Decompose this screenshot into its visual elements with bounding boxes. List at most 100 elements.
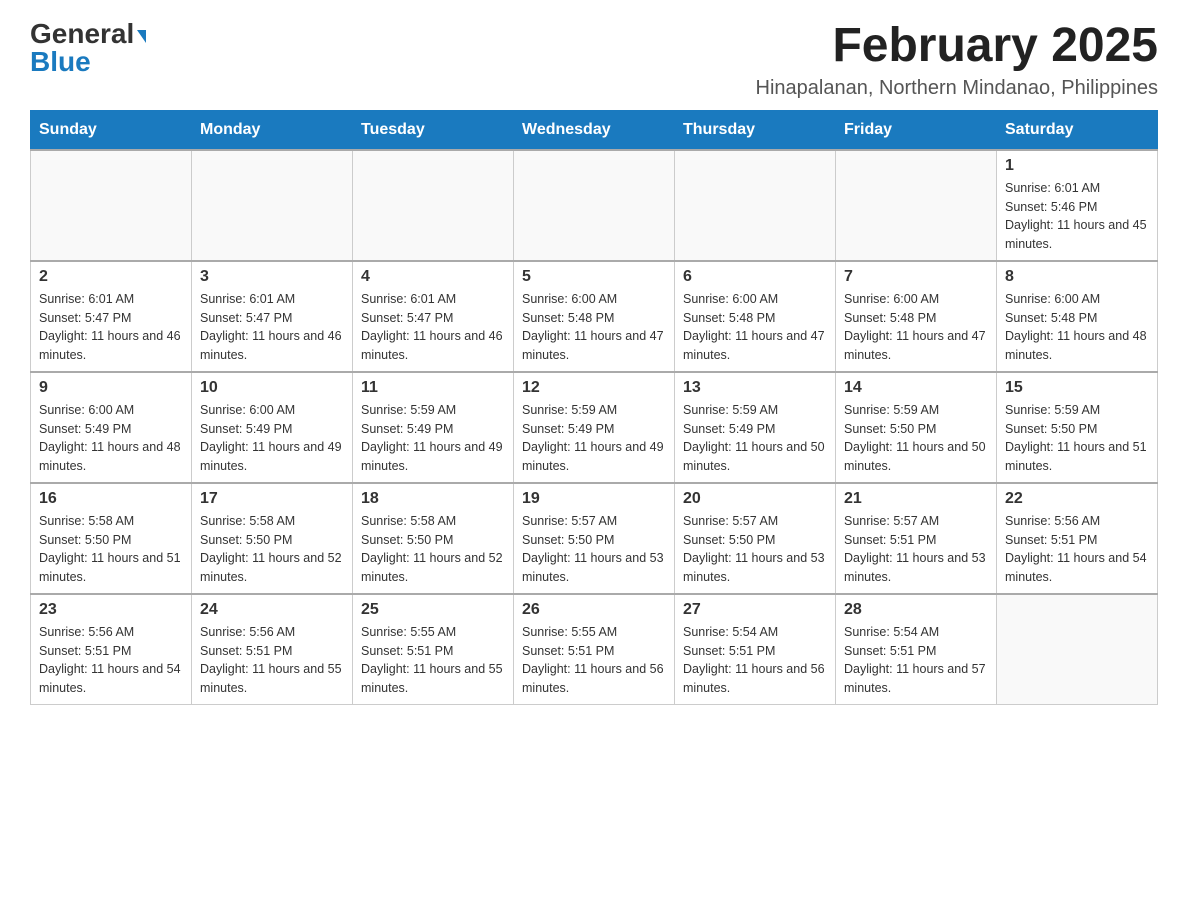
day-number: 11: [361, 379, 505, 397]
calendar-day-cell: 4 Sunrise: 6:01 AMSunset: 5:47 PMDaylight…: [353, 261, 514, 372]
calendar-day-cell: [836, 150, 997, 261]
day-info: Sunrise: 5:55 AMSunset: 5:51 PMDaylight:…: [522, 623, 666, 698]
day-number: 10: [200, 379, 344, 397]
calendar-day-cell: 10 Sunrise: 6:00 AMSunset: 5:49 PMDayligh…: [192, 372, 353, 483]
calendar-day-cell: [997, 594, 1158, 705]
page-header: General Blue February 2025 Hinapalanan, …: [30, 20, 1158, 100]
day-number: 7: [844, 268, 988, 286]
day-number: 14: [844, 379, 988, 397]
day-info: Sunrise: 6:00 AMSunset: 5:49 PMDaylight:…: [200, 401, 344, 476]
calendar-day-cell: 28 Sunrise: 5:54 AMSunset: 5:51 PMDayligh…: [836, 594, 997, 705]
day-number: 8: [1005, 268, 1149, 286]
day-info: Sunrise: 5:58 AMSunset: 5:50 PMDaylight:…: [361, 512, 505, 587]
weekday-header-tuesday: Tuesday: [353, 110, 514, 150]
logo: General Blue: [30, 20, 146, 76]
logo-arrow-icon: [137, 30, 146, 43]
day-number: 18: [361, 490, 505, 508]
day-info: Sunrise: 6:00 AMSunset: 5:48 PMDaylight:…: [844, 290, 988, 365]
weekday-header-wednesday: Wednesday: [514, 110, 675, 150]
calendar-day-cell: 6 Sunrise: 6:00 AMSunset: 5:48 PMDaylight…: [675, 261, 836, 372]
day-number: 13: [683, 379, 827, 397]
calendar-day-cell: 21 Sunrise: 5:57 AMSunset: 5:51 PMDayligh…: [836, 483, 997, 594]
calendar-day-cell: [353, 150, 514, 261]
day-info: Sunrise: 5:58 AMSunset: 5:50 PMDaylight:…: [39, 512, 183, 587]
day-info: Sunrise: 5:54 AMSunset: 5:51 PMDaylight:…: [844, 623, 988, 698]
location-title: Hinapalanan, Northern Mindanao, Philippi…: [756, 77, 1158, 100]
calendar-week-row: 1 Sunrise: 6:01 AMSunset: 5:46 PMDaylight…: [31, 150, 1158, 261]
day-number: 19: [522, 490, 666, 508]
day-info: Sunrise: 5:57 AMSunset: 5:50 PMDaylight:…: [683, 512, 827, 587]
calendar-day-cell: 1 Sunrise: 6:01 AMSunset: 5:46 PMDaylight…: [997, 150, 1158, 261]
day-info: Sunrise: 5:59 AMSunset: 5:49 PMDaylight:…: [361, 401, 505, 476]
day-number: 3: [200, 268, 344, 286]
day-number: 2: [39, 268, 183, 286]
calendar-day-cell: 3 Sunrise: 6:01 AMSunset: 5:47 PMDaylight…: [192, 261, 353, 372]
day-info: Sunrise: 5:59 AMSunset: 5:50 PMDaylight:…: [1005, 401, 1149, 476]
calendar-day-cell: 2 Sunrise: 6:01 AMSunset: 5:47 PMDaylight…: [31, 261, 192, 372]
calendar-day-cell: 20 Sunrise: 5:57 AMSunset: 5:50 PMDayligh…: [675, 483, 836, 594]
calendar-day-cell: 26 Sunrise: 5:55 AMSunset: 5:51 PMDayligh…: [514, 594, 675, 705]
day-number: 26: [522, 601, 666, 619]
calendar-day-cell: 9 Sunrise: 6:00 AMSunset: 5:49 PMDaylight…: [31, 372, 192, 483]
logo-text-blue: Blue: [30, 46, 91, 77]
calendar-day-cell: [31, 150, 192, 261]
day-info: Sunrise: 6:00 AMSunset: 5:48 PMDaylight:…: [522, 290, 666, 365]
day-number: 15: [1005, 379, 1149, 397]
day-info: Sunrise: 5:56 AMSunset: 5:51 PMDaylight:…: [39, 623, 183, 698]
calendar-day-cell: 18 Sunrise: 5:58 AMSunset: 5:50 PMDayligh…: [353, 483, 514, 594]
weekday-header-monday: Monday: [192, 110, 353, 150]
month-title: February 2025: [756, 20, 1158, 73]
day-info: Sunrise: 5:54 AMSunset: 5:51 PMDaylight:…: [683, 623, 827, 698]
calendar-day-cell: 7 Sunrise: 6:00 AMSunset: 5:48 PMDaylight…: [836, 261, 997, 372]
calendar-day-cell: 5Sunrise: 6:00 AMSunset: 5:48 PMDaylight…: [514, 261, 675, 372]
calendar-day-cell: 27 Sunrise: 5:54 AMSunset: 5:51 PMDayligh…: [675, 594, 836, 705]
title-area: February 2025 Hinapalanan, Northern Mind…: [756, 20, 1158, 100]
day-number: 25: [361, 601, 505, 619]
day-number: 6: [683, 268, 827, 286]
day-number: 17: [200, 490, 344, 508]
day-info: Sunrise: 5:58 AMSunset: 5:50 PMDaylight:…: [200, 512, 344, 587]
weekday-header-thursday: Thursday: [675, 110, 836, 150]
day-number: 12: [522, 379, 666, 397]
calendar-day-cell: [514, 150, 675, 261]
calendar-day-cell: 13Sunrise: 5:59 AMSunset: 5:49 PMDayligh…: [675, 372, 836, 483]
calendar-day-cell: [192, 150, 353, 261]
day-number: 20: [683, 490, 827, 508]
calendar-day-cell: 16 Sunrise: 5:58 AMSunset: 5:50 PMDayligh…: [31, 483, 192, 594]
day-info: Sunrise: 6:00 AMSunset: 5:48 PMDaylight:…: [1005, 290, 1149, 365]
day-info: Sunrise: 6:01 AMSunset: 5:47 PMDaylight:…: [361, 290, 505, 365]
day-number: 23: [39, 601, 183, 619]
day-number: 1: [1005, 157, 1149, 175]
day-info: Sunrise: 6:00 AMSunset: 5:48 PMDaylight:…: [683, 290, 827, 365]
day-number: 4: [361, 268, 505, 286]
day-info: Sunrise: 5:56 AMSunset: 5:51 PMDaylight:…: [200, 623, 344, 698]
calendar-week-row: 9 Sunrise: 6:00 AMSunset: 5:49 PMDaylight…: [31, 372, 1158, 483]
calendar-day-cell: 17 Sunrise: 5:58 AMSunset: 5:50 PMDayligh…: [192, 483, 353, 594]
weekday-header-friday: Friday: [836, 110, 997, 150]
weekday-header-sunday: Sunday: [31, 110, 192, 150]
day-info: Sunrise: 6:01 AMSunset: 5:46 PMDaylight:…: [1005, 179, 1149, 254]
day-info: Sunrise: 6:01 AMSunset: 5:47 PMDaylight:…: [200, 290, 344, 365]
calendar-week-row: 23 Sunrise: 5:56 AMSunset: 5:51 PMDayligh…: [31, 594, 1158, 705]
day-number: 27: [683, 601, 827, 619]
day-info: Sunrise: 5:57 AMSunset: 5:50 PMDaylight:…: [522, 512, 666, 587]
day-info: Sunrise: 5:59 AMSunset: 5:50 PMDaylight:…: [844, 401, 988, 476]
calendar-day-cell: 24 Sunrise: 5:56 AMSunset: 5:51 PMDayligh…: [192, 594, 353, 705]
day-info: Sunrise: 5:56 AMSunset: 5:51 PMDaylight:…: [1005, 512, 1149, 587]
day-info: Sunrise: 5:57 AMSunset: 5:51 PMDaylight:…: [844, 512, 988, 587]
calendar-day-cell: 8 Sunrise: 6:00 AMSunset: 5:48 PMDaylight…: [997, 261, 1158, 372]
day-info: Sunrise: 6:01 AMSunset: 5:47 PMDaylight:…: [39, 290, 183, 365]
day-number: 24: [200, 601, 344, 619]
weekday-header-row: SundayMondayTuesdayWednesdayThursdayFrid…: [31, 110, 1158, 150]
day-number: 21: [844, 490, 988, 508]
logo-text-general: General: [30, 20, 134, 48]
day-number: 9: [39, 379, 183, 397]
weekday-header-saturday: Saturday: [997, 110, 1158, 150]
calendar-day-cell: 11 Sunrise: 5:59 AMSunset: 5:49 PMDayligh…: [353, 372, 514, 483]
day-info: Sunrise: 6:00 AMSunset: 5:49 PMDaylight:…: [39, 401, 183, 476]
day-number: 16: [39, 490, 183, 508]
day-info: Sunrise: 5:55 AMSunset: 5:51 PMDaylight:…: [361, 623, 505, 698]
calendar-day-cell: 25 Sunrise: 5:55 AMSunset: 5:51 PMDayligh…: [353, 594, 514, 705]
calendar-week-row: 2 Sunrise: 6:01 AMSunset: 5:47 PMDaylight…: [31, 261, 1158, 372]
day-number: 28: [844, 601, 988, 619]
